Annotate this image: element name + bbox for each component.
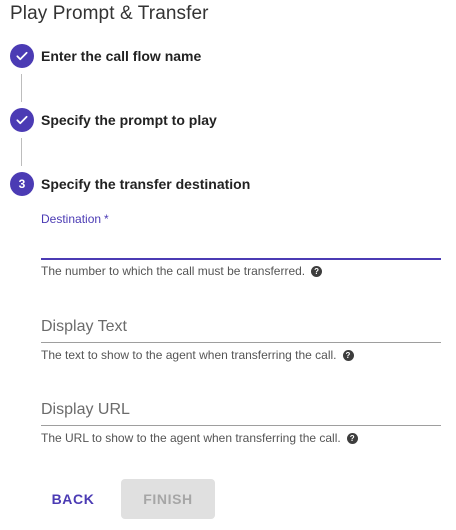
destination-field[interactable]: Destination * The number to which the cal… <box>41 212 441 282</box>
help-icon[interactable]: ? <box>342 349 354 361</box>
check-icon <box>10 108 34 132</box>
step-label: Enter the call flow name <box>41 48 202 64</box>
display-url-input-underline[interactable] <box>41 425 441 426</box>
step-call-flow-name[interactable]: Enter the call flow name <box>10 44 201 68</box>
display-text-field[interactable]: Display Text The text to show to the age… <box>41 316 441 366</box>
step-transfer-destination[interactable]: 3 Specify the transfer destination <box>10 172 250 196</box>
destination-input-underline[interactable] <box>41 258 441 260</box>
help-icon[interactable]: ? <box>346 432 358 444</box>
back-button[interactable]: BACK <box>41 479 105 519</box>
page-title: Play Prompt & Transfer <box>10 3 209 24</box>
step-label: Specify the transfer destination <box>41 176 251 192</box>
display-url-field[interactable]: Display URL The URL to show to the agent… <box>41 399 441 449</box>
display-text-hint: The text to show to the agent when trans… <box>41 348 354 362</box>
required-marker: * <box>104 212 109 226</box>
step-label: Specify the prompt to play <box>41 112 217 128</box>
display-text-input-underline[interactable] <box>41 342 441 343</box>
destination-label: Destination * <box>41 212 109 226</box>
destination-hint: The number to which the call must be tra… <box>41 264 323 278</box>
display-url-placeholder: Display URL <box>41 401 130 418</box>
display-url-hint: The URL to show to the agent when transf… <box>41 431 358 445</box>
check-icon <box>10 44 34 68</box>
step-prompt-to-play[interactable]: Specify the prompt to play <box>10 108 217 132</box>
help-icon[interactable]: ? <box>311 265 323 277</box>
step-number-badge: 3 <box>10 172 34 196</box>
step-connector <box>21 138 22 166</box>
step-connector <box>21 74 22 102</box>
finish-button[interactable]: FINISH <box>121 479 215 519</box>
display-text-placeholder: Display Text <box>41 318 127 335</box>
